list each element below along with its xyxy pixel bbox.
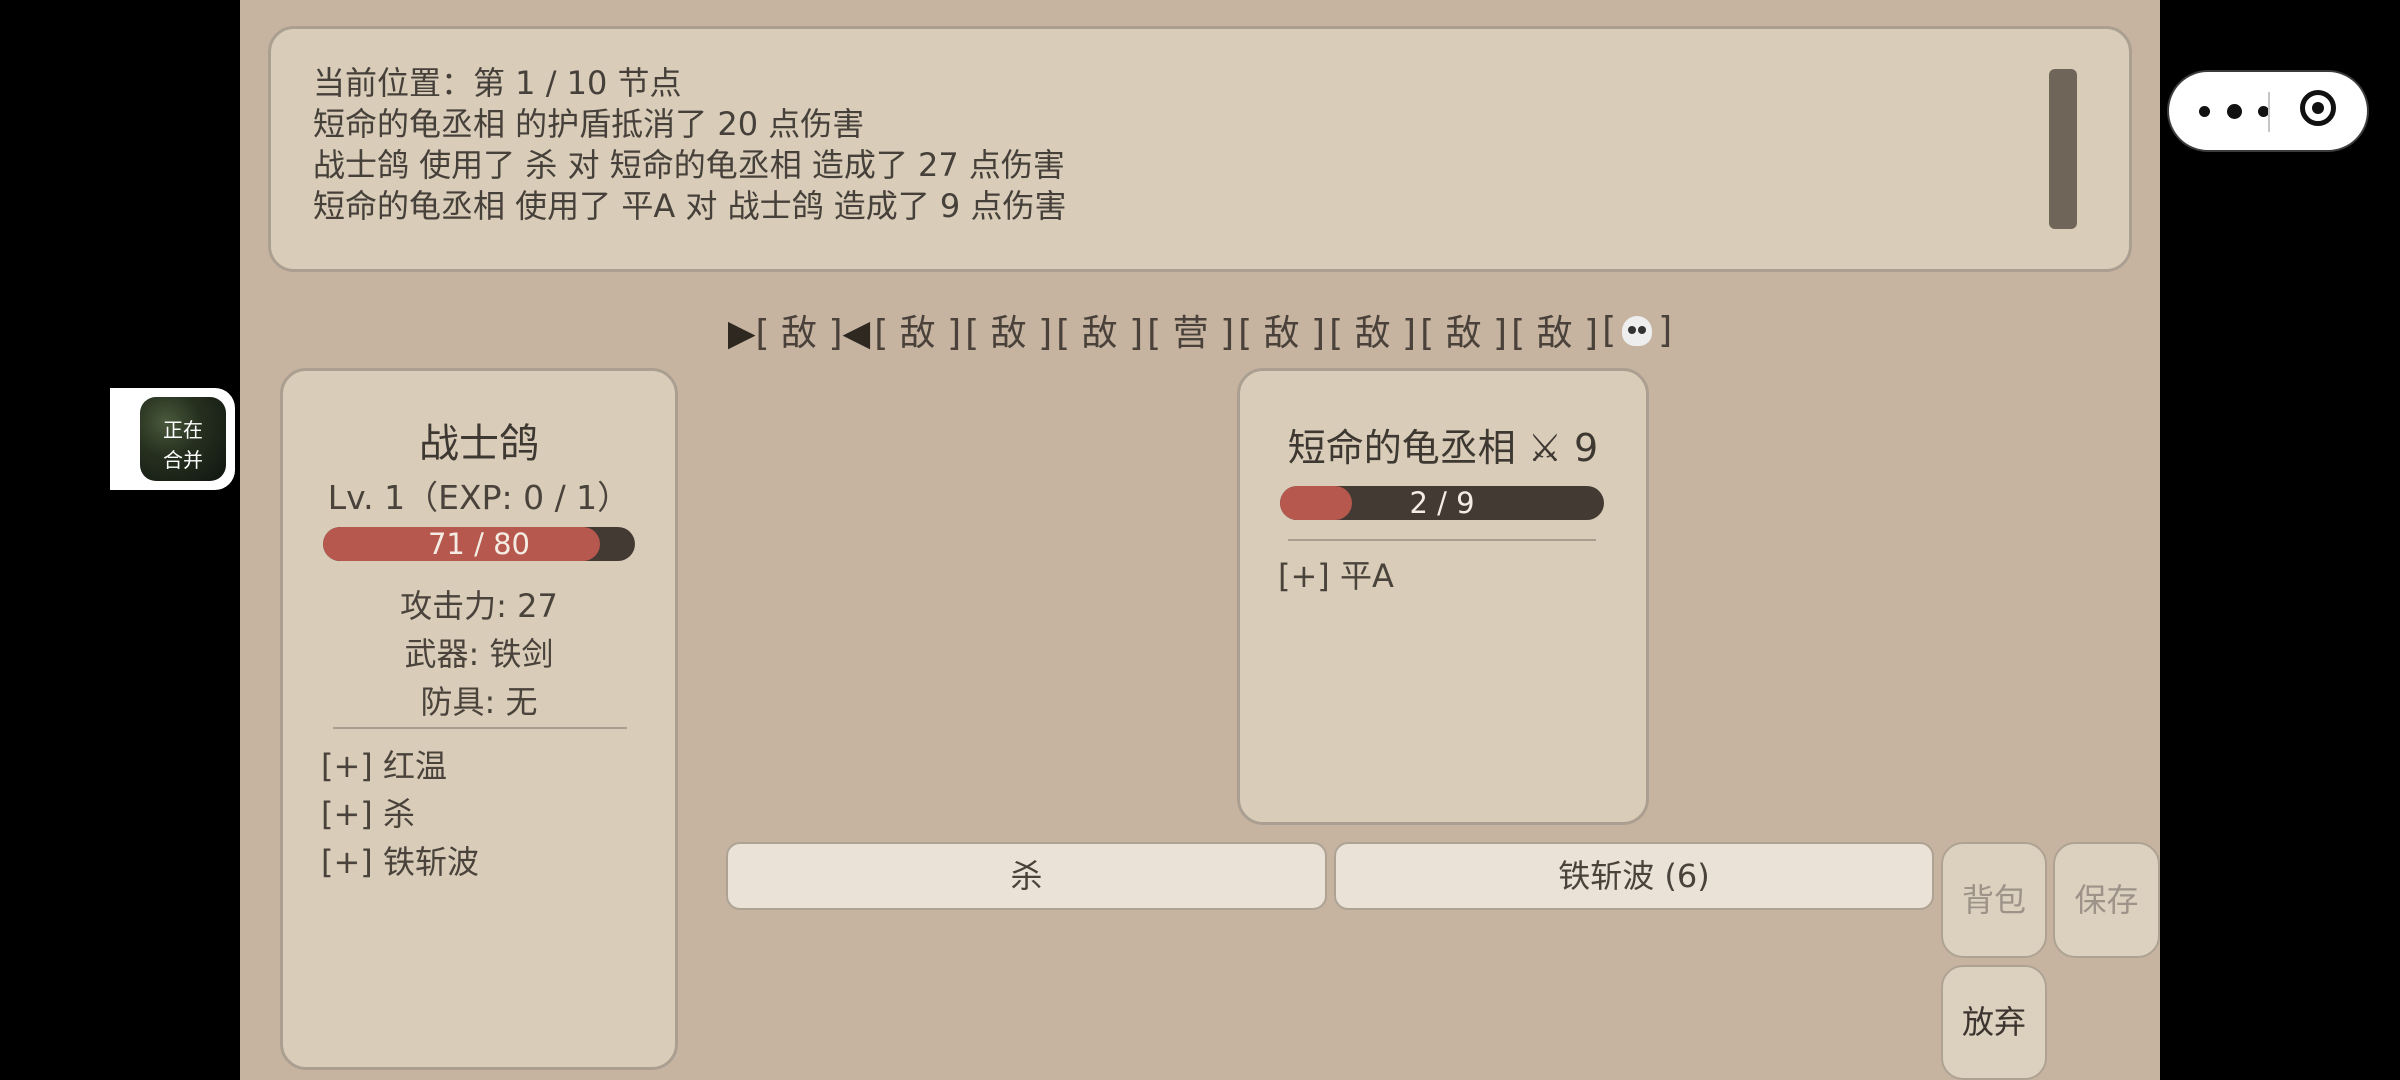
merge-floating-widget[interactable]: 正在 合并	[110, 388, 235, 490]
enemy-card[interactable]: 短命的龟丞相 ⚔ 9 2 / 9 [+] 平A	[1237, 368, 1649, 825]
route-node-enemy: [ 敌 ]	[965, 313, 1053, 354]
log-scrollbar[interactable]	[2049, 69, 2077, 229]
player-weapon: 武器: 铁剑	[404, 635, 554, 673]
skull-icon	[1622, 315, 1653, 346]
player-hp-text: 71 / 80	[427, 527, 530, 561]
close-target-icon[interactable]	[2300, 90, 2336, 126]
log-line: 短命的龟丞相 的护盾抵消了 20 点伤害	[313, 105, 865, 143]
more-icon[interactable]	[2199, 99, 2269, 123]
merge-thumbnail: 正在 合并	[140, 397, 226, 481]
enemy-name: 短命的龟丞相 ⚔ 9	[1287, 426, 1599, 470]
route-node-enemy: [ 敌 ]	[1420, 313, 1508, 354]
route-map: ▶[ 敌 ]◀ [ 敌 ] [ 敌 ] [ 敌 ] [ 营 ] [ 敌 ] [ …	[240, 300, 2160, 360]
player-name: 战士鸽	[419, 421, 539, 467]
route-node-current: ▶[ 敌 ]◀	[727, 313, 871, 354]
battle-log[interactable]: 当前位置：第 1 / 10 节点 短命的龟丞相 的护盾抵消了 20 点伤害 战士…	[268, 26, 2132, 272]
game-screen: 当前位置：第 1 / 10 节点 短命的龟丞相 的护盾抵消了 20 点伤害 战士…	[240, 0, 2160, 1080]
current-left-arrow-icon: ▶	[727, 313, 756, 354]
player-armor: 防具: 无	[420, 683, 538, 721]
save-button[interactable]: 保存	[2053, 842, 2160, 958]
merge-label: 合并	[163, 448, 203, 472]
merge-label: 正在	[163, 418, 203, 442]
route-node-enemy: [ 敌 ]	[1511, 313, 1599, 354]
player-level: Lv. 1（EXP: 0 / 1）	[327, 478, 631, 517]
route-node-camp: [ 营 ]	[1147, 313, 1235, 354]
log-line: 战士鸽 使用了 杀 对 短命的龟丞相 造成了 27 点伤害	[313, 146, 1065, 184]
route-node-boss: []	[1602, 309, 1673, 351]
route-node-enemy: [ 敌 ]	[1056, 313, 1144, 354]
player-skill[interactable]: [+] 铁斩波	[321, 837, 479, 883]
route-node-enemy: [ 敌 ]	[874, 313, 962, 354]
quit-button[interactable]: 放弃	[1941, 965, 2047, 1080]
player-attack: 攻击力: 27	[400, 587, 558, 625]
route-node-enemy: [ 敌 ]	[1329, 313, 1417, 354]
player-divider	[333, 727, 627, 729]
battle-log-lines: 当前位置：第 1 / 10 节点 短命的龟丞相 的护盾抵消了 20 点伤害 战士…	[313, 63, 1066, 227]
enemy-hp-text: 2 / 9	[1409, 486, 1475, 520]
capsule-divider	[2268, 92, 2270, 132]
enemy-skill[interactable]: [+] 平A	[1278, 551, 1394, 597]
player-card: 战士鸽 Lv. 1（EXP: 0 / 1） 71 / 80 攻击力: 27 武器…	[280, 368, 678, 1070]
enemy-divider	[1288, 539, 1596, 541]
skill-iron-wave-button[interactable]: 铁斩波 (6)	[1334, 842, 1934, 910]
bag-button[interactable]: 背包	[1941, 842, 2047, 958]
log-line: 短命的龟丞相 使用了 平A 对 战士鸽 造成了 9 点伤害	[313, 187, 1067, 225]
log-line: 当前位置：第 1 / 10 节点	[313, 64, 682, 102]
enemy-hp-bar: 2 / 9	[1280, 486, 1604, 520]
player-skill[interactable]: [+] 杀	[321, 789, 415, 835]
miniprogram-capsule	[2167, 70, 2369, 152]
player-skill[interactable]: [+] 红温	[321, 741, 447, 787]
current-right-arrow-icon: ◀	[842, 313, 871, 354]
player-hp-bar: 71 / 80	[323, 527, 635, 561]
route-node-enemy: [ 敌 ]	[1238, 313, 1326, 354]
skill-kill-button[interactable]: 杀	[726, 842, 1327, 910]
